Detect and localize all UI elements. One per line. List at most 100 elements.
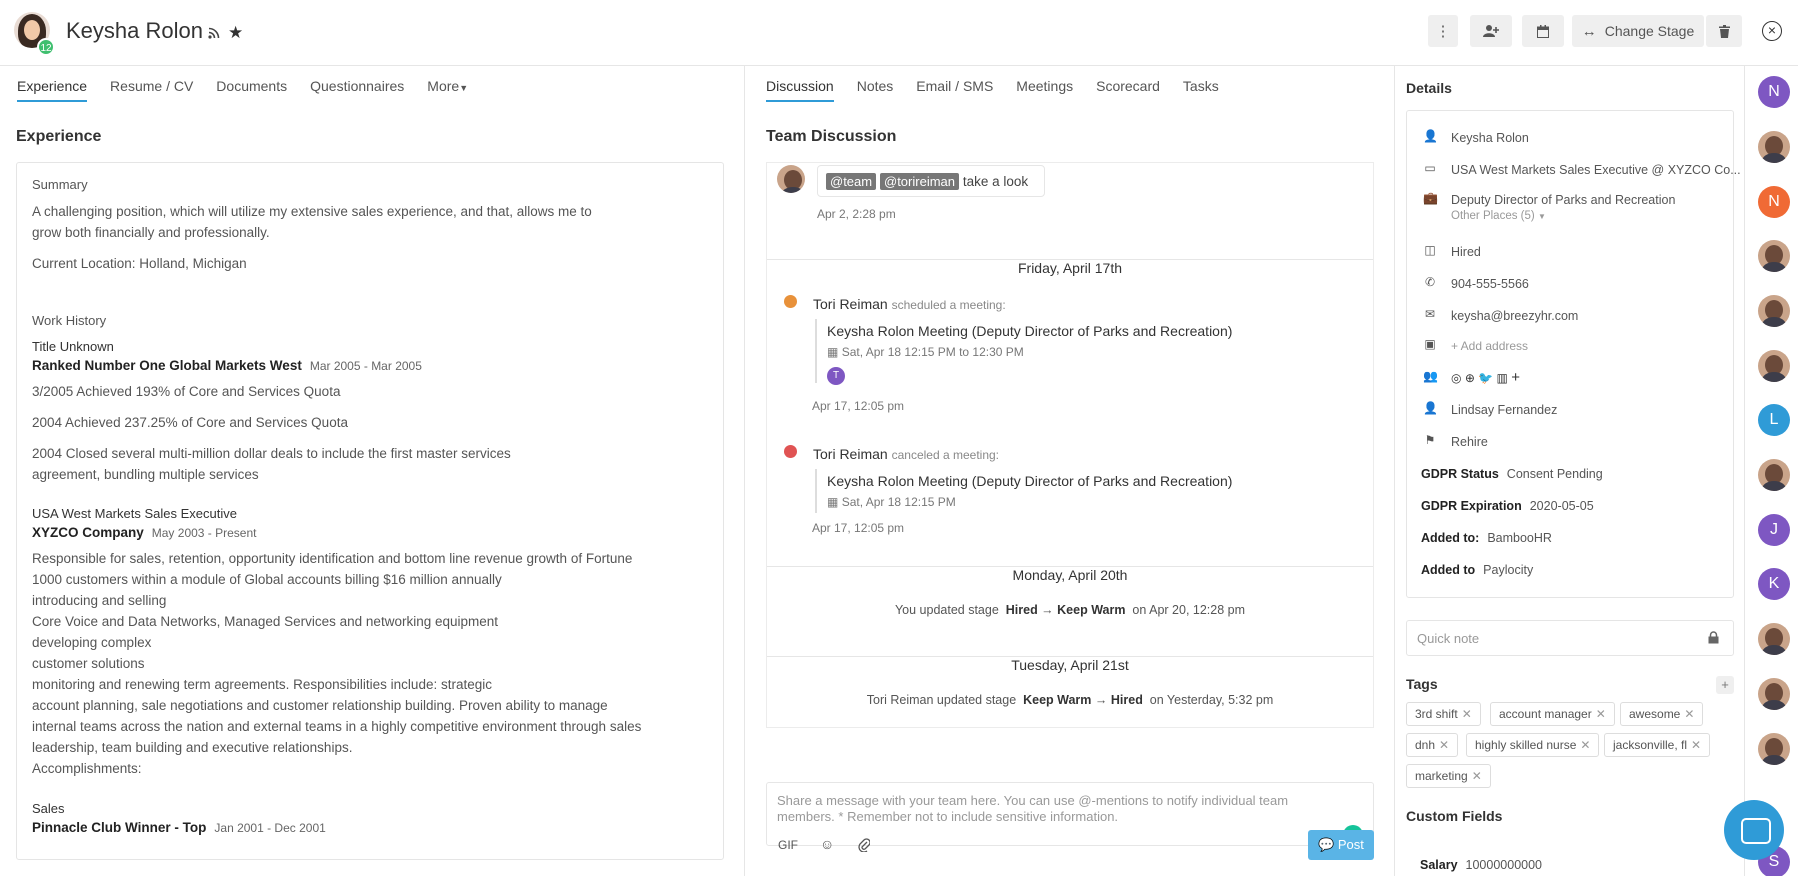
quick-note-input[interactable]: Quick note bbox=[1406, 620, 1734, 656]
gif-button[interactable]: GIF bbox=[778, 838, 798, 852]
schedule-meeting-button[interactable] bbox=[1522, 15, 1564, 47]
user-icon: 👤 bbox=[1423, 129, 1438, 143]
job-description: developing complex bbox=[32, 635, 152, 650]
remove-tag-icon[interactable]: ✕ bbox=[1462, 707, 1472, 721]
remove-tag-icon[interactable]: ✕ bbox=[1472, 769, 1482, 783]
remove-tag-icon[interactable]: ✕ bbox=[1684, 707, 1694, 721]
job-description: Core Voice and Data Networks, Managed Se… bbox=[32, 614, 499, 629]
globe-icon[interactable]: ⊕ bbox=[1465, 371, 1475, 385]
added-to-integration: Added to: BambooHR bbox=[1421, 531, 1552, 545]
detail-stage[interactable]: Hired bbox=[1451, 245, 1481, 259]
job-description: Accomplishments: bbox=[32, 761, 142, 776]
tag-chip[interactable]: dnh ✕ bbox=[1406, 733, 1459, 757]
tag-chip[interactable]: highly skilled nurse ✕ bbox=[1466, 733, 1600, 757]
add-social-button[interactable]: + bbox=[1511, 369, 1520, 386]
linkedin-icon[interactable]: ▥ bbox=[1497, 371, 1508, 385]
team-member-avatar[interactable] bbox=[1758, 623, 1790, 655]
assign-user-button[interactable] bbox=[1470, 15, 1512, 47]
calendar-icon: ▦ bbox=[827, 345, 839, 359]
team-member-avatar[interactable] bbox=[1758, 733, 1790, 765]
calendar-icon bbox=[1537, 24, 1549, 38]
candidate-name: Keysha Rolon bbox=[66, 18, 203, 43]
remove-tag-icon[interactable]: ✕ bbox=[1596, 707, 1606, 721]
message-bubble: @team @torireiman take a look bbox=[817, 165, 1045, 197]
job-description: Responsible for sales, retention, opport… bbox=[32, 551, 633, 566]
job-description: 1000 customers within a module of Global… bbox=[32, 572, 502, 587]
add-address-link[interactable]: + Add address bbox=[1451, 339, 1528, 353]
summary-text: A challenging position, which will utili… bbox=[32, 204, 592, 219]
job-company: Pinnacle Club Winner - Top Jan 2001 - Dec… bbox=[32, 820, 326, 835]
star-icon[interactable]: ★ bbox=[228, 23, 243, 43]
message-composer[interactable]: Share a message with your team here. You… bbox=[766, 782, 1374, 846]
emoji-icon[interactable]: ☺ bbox=[820, 836, 834, 852]
instagram-icon[interactable]: ◎ bbox=[1451, 371, 1461, 385]
tab-notes[interactable]: Notes bbox=[857, 78, 894, 102]
detail-email[interactable]: keysha@breezyhr.com bbox=[1451, 309, 1578, 323]
discussion-feed[interactable]: @team @torireiman take a look Apr 2, 2:2… bbox=[766, 162, 1374, 728]
team-member-avatar[interactable]: N bbox=[1758, 186, 1790, 218]
chat-launcher-button[interactable] bbox=[1724, 800, 1784, 860]
team-member-avatar[interactable]: L bbox=[1758, 404, 1790, 436]
detail-phone[interactable]: 904-555-5566 bbox=[1451, 277, 1529, 291]
tab-meetings[interactable]: Meetings bbox=[1016, 78, 1073, 102]
tab-email-sms[interactable]: Email / SMS bbox=[916, 78, 993, 102]
post-button[interactable]: 💬 Post bbox=[1308, 830, 1374, 860]
detail-source[interactable]: Rehire bbox=[1451, 435, 1488, 449]
job-description: introducing and selling bbox=[32, 593, 167, 608]
tab-tasks[interactable]: Tasks bbox=[1183, 78, 1219, 102]
remove-tag-icon[interactable]: ✕ bbox=[1580, 738, 1590, 752]
add-tag-button[interactable]: + bbox=[1716, 676, 1734, 694]
mention-chip[interactable]: @team bbox=[826, 173, 877, 190]
remove-tag-icon[interactable]: ✕ bbox=[1691, 738, 1701, 752]
rss-icon[interactable] bbox=[208, 27, 220, 39]
job-company: Ranked Number One Global Markets West Mar… bbox=[32, 358, 422, 373]
team-member-avatar[interactable]: J bbox=[1758, 514, 1790, 546]
detail-applied-job[interactable]: Deputy Director of Parks and Recreation bbox=[1451, 193, 1675, 207]
tab-documents[interactable]: Documents bbox=[216, 78, 287, 102]
meeting-title[interactable]: Keysha Rolon Meeting (Deputy Director of… bbox=[827, 473, 1232, 489]
team-member-avatar[interactable]: N bbox=[1758, 76, 1790, 108]
delete-candidate-button[interactable] bbox=[1706, 15, 1742, 47]
detail-position[interactable]: USA West Markets Sales Executive @ XYZCO… bbox=[1451, 163, 1741, 177]
attachment-icon[interactable] bbox=[858, 838, 870, 852]
tag-chip[interactable]: 3rd shift ✕ bbox=[1406, 702, 1481, 726]
columns-icon: ◫ bbox=[1424, 243, 1436, 257]
detail-name[interactable]: Keysha Rolon bbox=[1451, 131, 1529, 145]
meeting-title[interactable]: Keysha Rolon Meeting (Deputy Director of… bbox=[827, 323, 1232, 339]
tag-chip[interactable]: account manager ✕ bbox=[1490, 702, 1615, 726]
change-stage-button[interactable]: ↔ Change Stage bbox=[1572, 15, 1704, 47]
tab-scorecard[interactable]: Scorecard bbox=[1096, 78, 1160, 102]
close-icon[interactable]: × bbox=[1762, 21, 1782, 41]
event-header: Tori Reiman canceled a meeting: bbox=[813, 446, 999, 462]
envelope-icon: ✉ bbox=[1424, 307, 1436, 321]
team-member-avatar[interactable] bbox=[1758, 240, 1790, 272]
event-rule bbox=[815, 319, 817, 383]
tag-chip[interactable]: marketing ✕ bbox=[1406, 764, 1491, 788]
other-places-toggle[interactable]: Other Places (5) ▼ bbox=[1451, 210, 1546, 222]
tab-discussion[interactable]: Discussion bbox=[766, 78, 834, 102]
lock-icon[interactable] bbox=[1708, 631, 1719, 644]
team-member-avatar[interactable] bbox=[1758, 459, 1790, 491]
team-member-avatar[interactable] bbox=[1758, 350, 1790, 382]
detail-owner[interactable]: Lindsay Fernandez bbox=[1451, 403, 1557, 417]
team-member-avatar[interactable] bbox=[1758, 678, 1790, 710]
tab-experience[interactable]: Experience bbox=[17, 78, 88, 102]
remove-tag-icon[interactable]: ✕ bbox=[1439, 738, 1449, 752]
tab-resume[interactable]: Resume / CV bbox=[110, 78, 193, 102]
team-member-avatar[interactable] bbox=[1758, 131, 1790, 163]
tab-more[interactable]: More▼ bbox=[427, 78, 468, 102]
tag-chip[interactable]: awesome ✕ bbox=[1620, 702, 1704, 726]
more-options-button[interactable]: ⋮ bbox=[1428, 15, 1458, 47]
twitter-icon[interactable]: 🐦 bbox=[1478, 371, 1493, 385]
calendar-icon: ▦ bbox=[827, 495, 839, 509]
tab-questionnaires[interactable]: Questionnaires bbox=[310, 78, 404, 102]
gdpr-status: GDPR Status Consent Pending bbox=[1421, 467, 1603, 481]
team-member-avatar[interactable] bbox=[1758, 295, 1790, 327]
team-member-avatar[interactable]: K bbox=[1758, 568, 1790, 600]
tag-chip[interactable]: jacksonville, fl ✕ bbox=[1604, 733, 1711, 757]
mention-chip[interactable]: @torireiman bbox=[880, 173, 959, 190]
summary-text: grow both financially and professionally… bbox=[32, 225, 270, 240]
kebab-icon: ⋮ bbox=[1435, 23, 1451, 40]
job-description: 3/2005 Achieved 193% of Core and Service… bbox=[32, 384, 341, 399]
event-dot bbox=[784, 295, 797, 308]
